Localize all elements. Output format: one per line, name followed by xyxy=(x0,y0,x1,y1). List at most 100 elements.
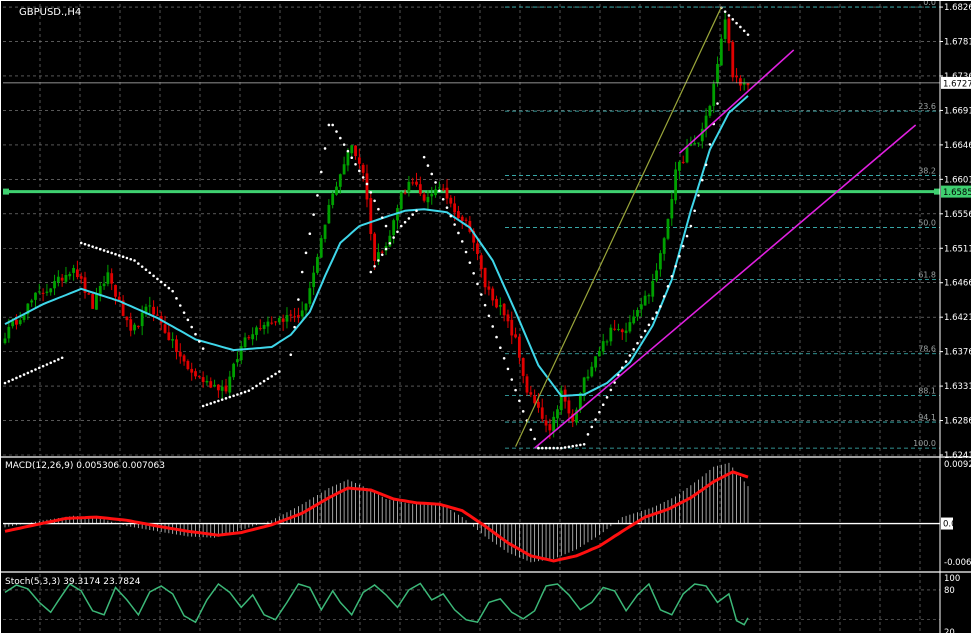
fib-level-label: 94.1 xyxy=(918,413,936,422)
candle-body xyxy=(502,303,506,316)
sar-dot xyxy=(114,252,117,256)
sar-dot xyxy=(369,270,373,274)
candle-body xyxy=(247,337,251,339)
sar-dot xyxy=(457,231,460,235)
candle-body xyxy=(312,272,316,288)
sar-dot xyxy=(495,335,498,339)
sar-dot xyxy=(453,223,456,226)
sar-dot xyxy=(87,244,91,247)
sar-dot xyxy=(396,230,399,234)
candle-body xyxy=(388,235,392,247)
candle-body xyxy=(205,380,209,383)
sar-dot xyxy=(598,410,601,414)
sar-dot xyxy=(640,335,643,339)
sar-dot xyxy=(133,259,136,262)
candle-body xyxy=(262,324,266,329)
candle-body xyxy=(476,243,479,255)
sar-dot xyxy=(198,340,201,343)
sar-dot xyxy=(323,147,327,150)
candle-body xyxy=(445,187,449,199)
candle-body xyxy=(544,420,548,426)
candle-body xyxy=(662,238,666,254)
sar-dot xyxy=(510,378,514,381)
candle-body xyxy=(624,330,628,334)
sar-dot xyxy=(79,241,83,245)
candle-body xyxy=(449,197,453,204)
candle-body xyxy=(316,256,319,273)
sar-dot xyxy=(643,329,647,333)
sar-dot xyxy=(662,295,666,298)
candle-body xyxy=(738,78,742,86)
candle-body xyxy=(216,384,220,391)
candle-body xyxy=(460,216,464,221)
candle-body xyxy=(98,285,102,295)
sar-dot xyxy=(723,10,727,13)
trading-chart[interactable]: 0.0 23.6 38.2 50.0 61.8 78.6 88.1 94.1 100.0 GBP… xyxy=(0,0,972,634)
candle-body xyxy=(719,38,723,66)
sar-dot xyxy=(689,224,693,228)
sar-dot xyxy=(7,380,11,383)
candle-body xyxy=(102,283,106,287)
sar-dot xyxy=(460,240,464,243)
sar-dot xyxy=(121,255,125,259)
fib-level-label: 100.0 xyxy=(913,439,936,448)
sar-dot xyxy=(739,25,742,29)
current-price-label: 1.6727 xyxy=(943,79,972,89)
sar-dot xyxy=(178,304,182,307)
sar-dot xyxy=(556,446,559,450)
sar-dot xyxy=(693,209,696,213)
price-tick-label: 1.6376 xyxy=(944,348,972,358)
sar-dot xyxy=(552,446,555,450)
candle-body xyxy=(693,143,697,145)
sar-dot xyxy=(358,169,361,173)
sar-dot xyxy=(380,216,384,219)
candle-body xyxy=(437,187,441,189)
candle-body xyxy=(255,327,258,335)
candle-body xyxy=(377,252,380,261)
candle-body xyxy=(296,315,300,317)
sar-dot xyxy=(571,444,575,448)
candle-body xyxy=(525,376,529,393)
candle-body xyxy=(18,320,22,325)
sar-dot xyxy=(449,214,453,218)
sar-dot xyxy=(674,264,677,268)
sar-dot xyxy=(110,251,113,255)
sar-dot xyxy=(499,346,502,349)
sar-dot xyxy=(548,446,552,450)
sar-dot xyxy=(735,21,738,25)
support-line-handle[interactable] xyxy=(3,188,9,195)
sar-dot xyxy=(327,123,331,127)
sar-dot xyxy=(60,356,64,360)
support-line-handle[interactable] xyxy=(934,188,940,195)
candle-body xyxy=(556,409,559,419)
candle-body xyxy=(60,277,64,281)
sar-dot xyxy=(57,358,60,361)
sar-dot xyxy=(118,254,121,257)
price-tick-label: 1.6556 xyxy=(944,210,972,220)
sar-dot xyxy=(30,369,33,373)
stoch-tick-label: 100 xyxy=(944,574,960,584)
sar-dot xyxy=(278,370,281,373)
sar-dot xyxy=(537,446,540,450)
sar-dot xyxy=(3,381,7,385)
candle-body xyxy=(148,305,152,307)
price-tick-label: 1.6331 xyxy=(944,382,972,392)
sar-dot xyxy=(594,418,597,421)
candle-body xyxy=(125,316,129,321)
sar-dot xyxy=(518,399,521,403)
sar-dot xyxy=(300,270,304,274)
sar-dot xyxy=(388,241,392,245)
sar-dot xyxy=(125,256,129,260)
candle-body xyxy=(300,310,304,317)
price-tick-label: 1.6781 xyxy=(944,38,972,48)
candle-body xyxy=(685,147,689,163)
candle-body xyxy=(251,334,255,340)
candle-body xyxy=(175,339,178,353)
candle-body xyxy=(620,329,624,333)
sar-dot xyxy=(190,325,194,329)
candle-body xyxy=(483,267,487,288)
candle-body xyxy=(517,336,521,358)
sar-dot xyxy=(731,18,735,21)
candle-body xyxy=(712,83,716,107)
candle-body xyxy=(342,164,346,175)
